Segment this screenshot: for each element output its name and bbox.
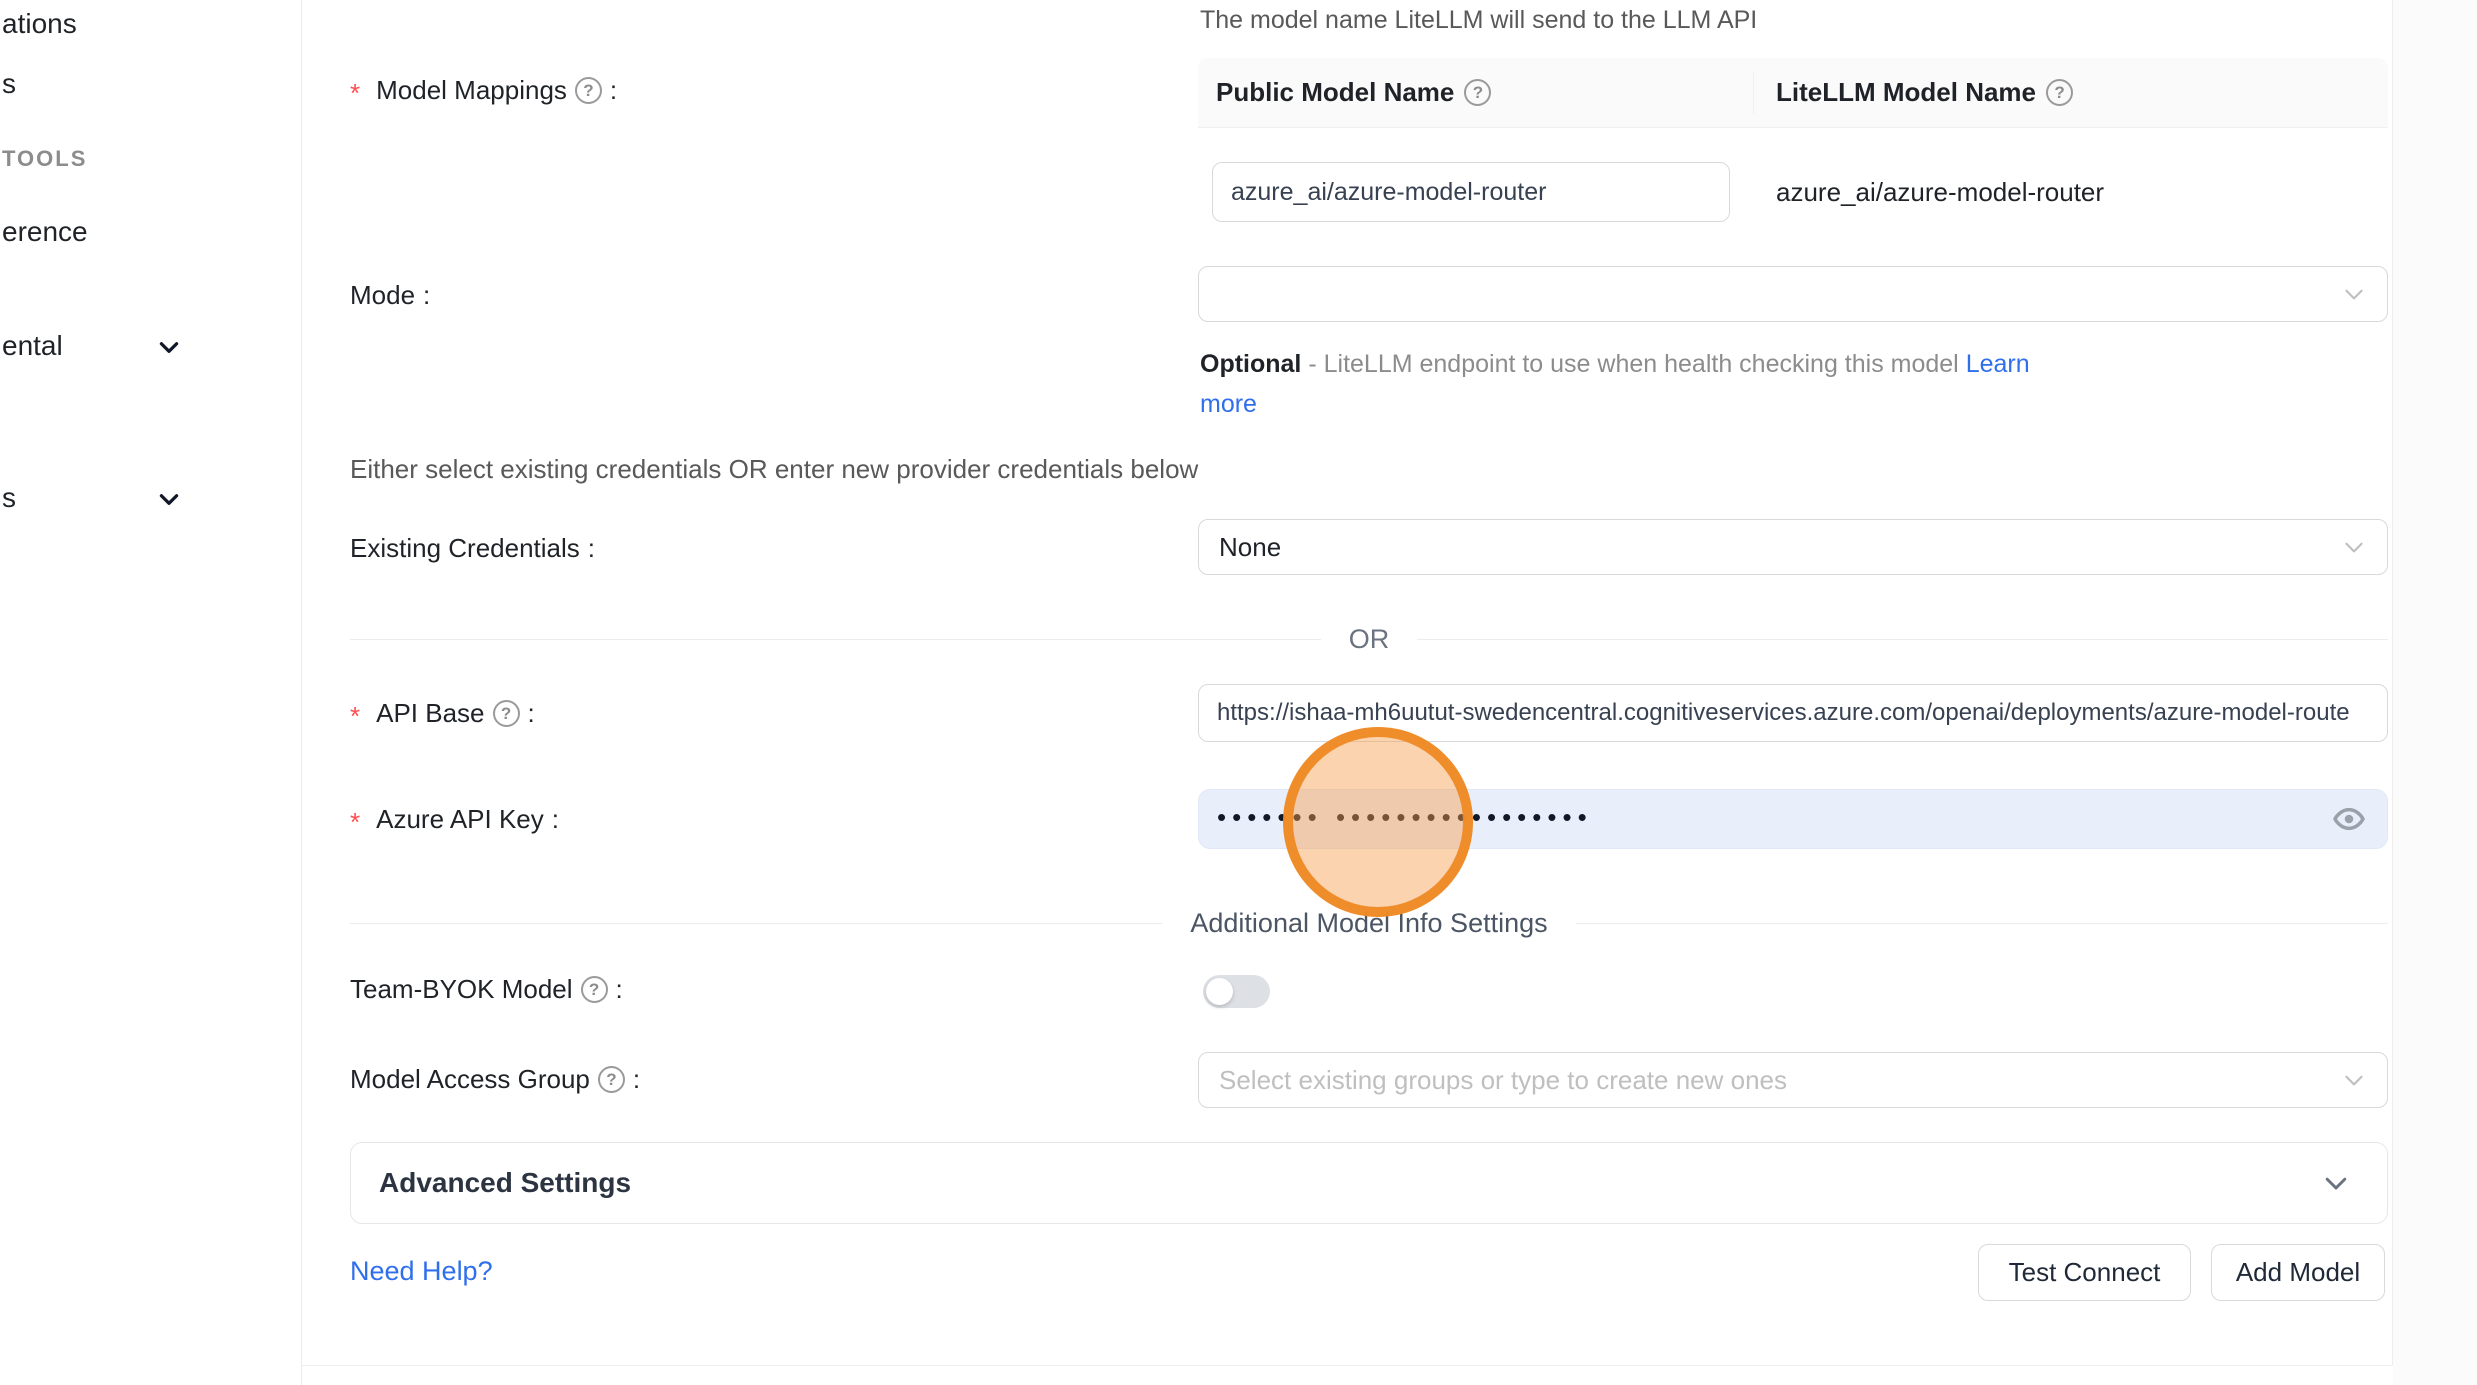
- existing-credentials-value: None: [1219, 532, 1281, 563]
- help-icon[interactable]: ?: [575, 77, 602, 104]
- chevron-down-icon: [2341, 534, 2367, 560]
- model-mappings-table: Public Model Name ? LiteLLM Model Name ?…: [1198, 58, 2388, 256]
- chevron-down-icon: [2341, 1067, 2367, 1093]
- chevron-down-icon[interactable]: [156, 486, 182, 512]
- chevron-down-icon: [2321, 1168, 2351, 1198]
- sidebar-item-experimental[interactable]: ental: [0, 330, 63, 362]
- model-mappings-header: Public Model Name ? LiteLLM Model Name ?: [1198, 58, 2388, 128]
- sidebar: ations s TOOLS erence ental s: [0, 0, 302, 1385]
- help-icon[interactable]: ?: [598, 1066, 625, 1093]
- additional-settings-divider: Additional Model Info Settings: [350, 908, 2388, 939]
- model-mappings-row: azure_ai/azure-model-router: [1198, 128, 2388, 256]
- sidebar-item-label: erence: [2, 216, 88, 247]
- mode-helper-text: Optional - LiteLLM endpoint to use when …: [1200, 344, 2046, 424]
- masked-api-key: ••••••• •••••••••••••••••: [1217, 804, 1593, 830]
- page-background: [2393, 0, 2477, 1385]
- add-model-form: The model name LiteLLM will send to the …: [302, 0, 2393, 1366]
- litellm-model-name-header: LiteLLM Model Name ?: [1754, 77, 2073, 108]
- need-help-link[interactable]: Need Help?: [350, 1256, 493, 1287]
- sidebar-item-label: ations: [2, 8, 77, 39]
- sidebar-item-inference[interactable]: erence: [0, 216, 88, 248]
- model-access-group-placeholder: Select existing groups or type to create…: [1219, 1065, 1787, 1096]
- sidebar-item-label: s: [2, 68, 16, 99]
- sidebar-item-users[interactable]: s: [0, 68, 16, 100]
- optional-bold: Optional: [1200, 350, 1301, 378]
- api-base-input[interactable]: [1198, 684, 2388, 742]
- chevron-down-icon: [2341, 281, 2367, 307]
- existing-credentials-label: Existing Credentials: [350, 533, 595, 564]
- eye-icon[interactable]: [2333, 803, 2365, 835]
- public-model-name-header: Public Model Name ?: [1198, 72, 1754, 114]
- azure-api-key-label: Azure API Key: [350, 804, 559, 835]
- model-access-group-label: Model Access Group ?: [350, 1064, 640, 1095]
- toggle-knob: [1206, 978, 1233, 1005]
- model-mappings-label: Model Mappings ?: [350, 75, 617, 106]
- team-byok-label: Team-BYOK Model ?: [350, 974, 623, 1005]
- advanced-settings-title: Advanced Settings: [379, 1167, 631, 1199]
- help-icon[interactable]: ?: [581, 976, 608, 1003]
- mode-select[interactable]: [1198, 266, 2388, 322]
- sidebar-item-settings[interactable]: s: [0, 482, 16, 514]
- add-model-button[interactable]: Add Model: [2211, 1244, 2385, 1301]
- help-icon[interactable]: ?: [1464, 79, 1491, 106]
- chevron-down-icon[interactable]: [156, 334, 182, 360]
- team-byok-toggle[interactable]: [1203, 975, 1270, 1008]
- help-icon[interactable]: ?: [493, 700, 520, 727]
- azure-api-key-input[interactable]: ••••••• •••••••••••••••••: [1198, 789, 2388, 849]
- advanced-settings-panel[interactable]: Advanced Settings: [350, 1142, 2388, 1224]
- existing-credentials-select[interactable]: None: [1198, 519, 2388, 575]
- credentials-note: Either select existing credentials OR en…: [350, 454, 1198, 485]
- help-icon[interactable]: ?: [2046, 79, 2073, 106]
- mode-label: Mode: [350, 280, 430, 311]
- sidebar-item-label: ental: [2, 330, 63, 361]
- or-divider: OR: [350, 624, 2388, 655]
- api-base-label: API Base ?: [350, 698, 535, 729]
- add-model-page: ations s TOOLS erence ental s The model …: [0, 0, 2477, 1385]
- sidebar-section-tools: TOOLS: [0, 146, 87, 172]
- sidebar-item-label: s: [2, 482, 16, 513]
- sidebar-item-organizations[interactable]: ations: [0, 8, 77, 40]
- model-name-helper-text: The model name LiteLLM will send to the …: [1200, 6, 1757, 35]
- litellm-model-name-value: azure_ai/azure-model-router: [1754, 177, 2104, 208]
- test-connect-button[interactable]: Test Connect: [1978, 1244, 2191, 1301]
- model-access-group-select[interactable]: Select existing groups or type to create…: [1198, 1052, 2388, 1108]
- public-model-name-input[interactable]: [1212, 162, 1730, 222]
